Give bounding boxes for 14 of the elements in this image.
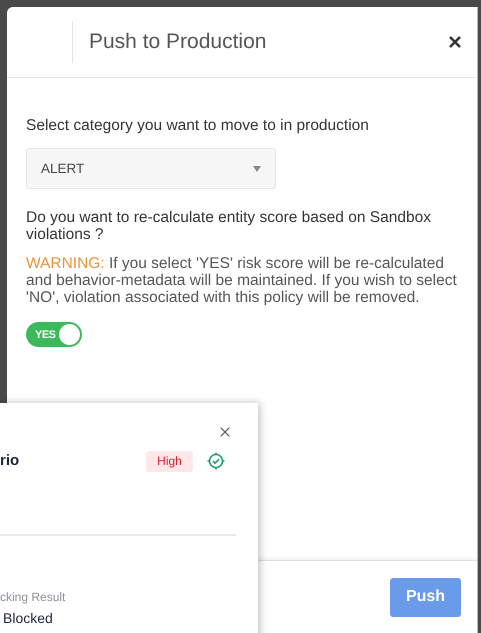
card-title: rio [0,451,20,471]
close-button[interactable] [449,36,461,48]
recalculate-question: Do you want to re-calculate entity score based on Sandbox violations ? [26,209,432,244]
push-button[interactable]: Push [390,578,461,616]
category-label: Select category you want to move to in production [26,116,370,136]
severity-badge: High [146,450,193,472]
warning-text: WARNING: If you select 'YES' risk score will be re-calculated and behavior-metadata will be maintained. If you wish to select 'NO', violation associated with this policy will be removed. [26,255,458,306]
dropdown-caret-icon [253,166,261,172]
category-select[interactable]: ALERT [26,148,276,190]
field-value: Blocked [3,609,53,628]
dialog-title: Push to Production [89,29,268,56]
field-label: cking Result [0,589,66,606]
target-check-icon [207,452,225,470]
yes-toggle[interactable]: YES [26,322,82,348]
